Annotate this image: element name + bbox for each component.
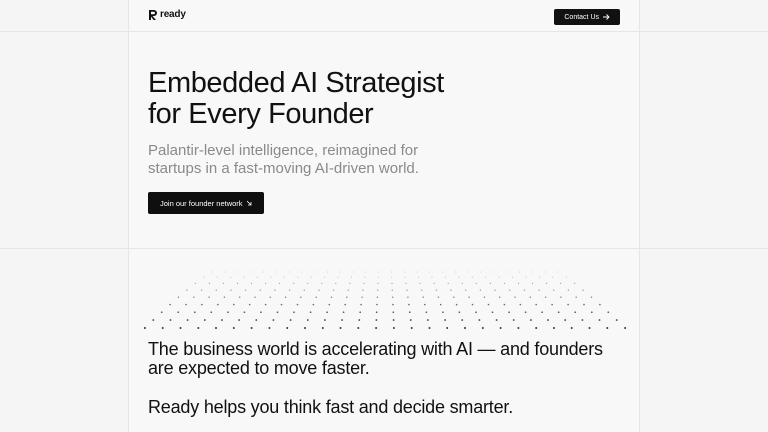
hero-divider	[0, 248, 768, 249]
logo[interactable]: ready	[148, 9, 186, 20]
dot-grid-graphic	[143, 271, 627, 329]
contact-us-label: Contact Us	[564, 13, 599, 21]
join-founder-network-label: Join our founder network	[160, 198, 243, 208]
arrow-down-right-icon	[246, 200, 251, 206]
join-founder-network-button[interactable]: Join our founder network	[148, 192, 264, 214]
ready-logo-icon	[149, 9, 157, 20]
hero-title: Embedded AI Strategist for Every Founder	[148, 68, 618, 130]
hero-title-line2: for Every Founder	[148, 98, 374, 130]
hero-title-line1: Embedded AI Strategist	[148, 67, 444, 99]
statement-text: The business world is accelerating with …	[148, 339, 603, 378]
tagline-text: Ready helps you think fast and decide sm…	[148, 397, 514, 417]
hero-subtitle: Palantir-level intelligence, reimagined …	[148, 142, 419, 177]
contact-us-button[interactable]: Contact Us	[554, 9, 620, 25]
hero-section: Embedded AI Strategist for Every Founder…	[148, 68, 618, 214]
logo-text: ready	[160, 9, 186, 20]
site-header: ready Contact Us	[128, 0, 640, 32]
arrow-right-icon	[603, 14, 610, 20]
